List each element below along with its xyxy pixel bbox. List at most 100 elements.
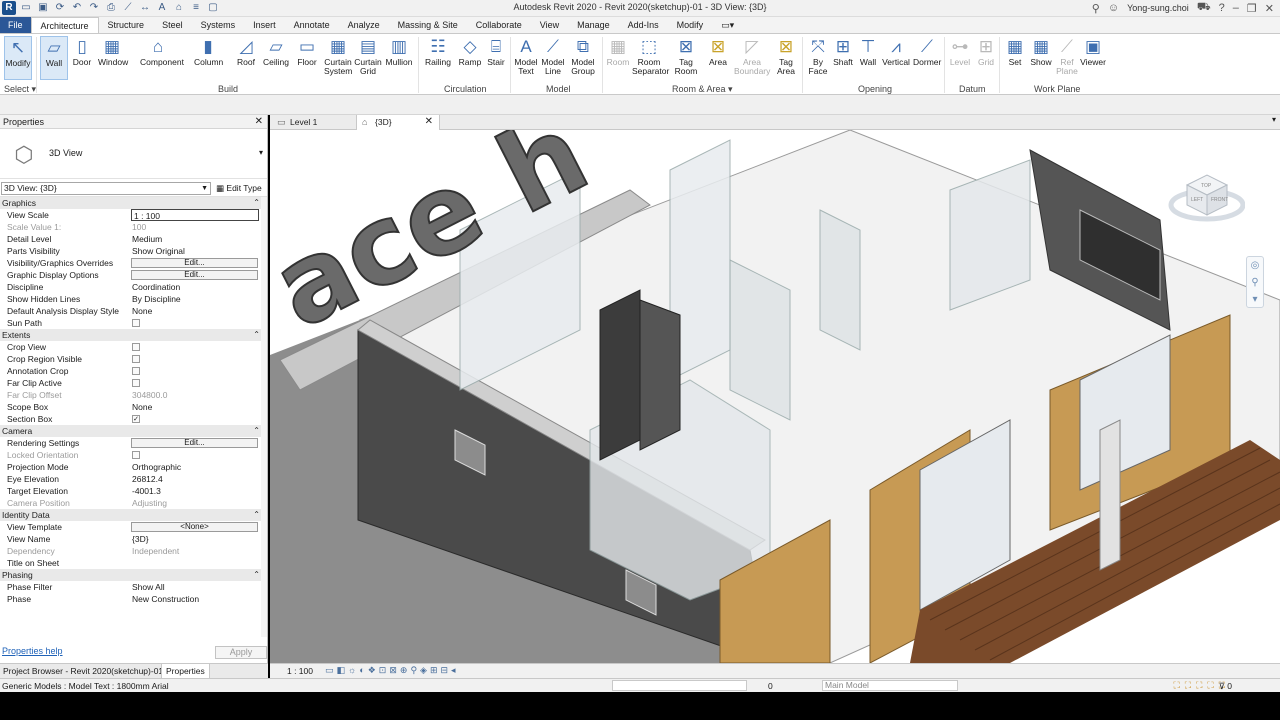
properties-help-link[interactable]: Properties help [2,646,63,656]
group-identity-data[interactable]: Identity Data ⌃ [0,509,266,521]
tab-collaborate[interactable]: Collaborate [467,17,531,33]
prop-parts-visibility[interactable]: Parts Visibility Show Original [0,245,266,257]
collapse-icon[interactable]: ⌃ [253,197,260,209]
user-icon[interactable]: ☺ [1108,2,1119,14]
tab-insert[interactable]: Insert [244,17,285,33]
prop-detail-level[interactable]: Detail Level Medium [0,233,266,245]
tab-steel[interactable]: Steel [153,17,192,33]
view-tab-3d[interactable]: ⌂ {3D} ✕ [356,115,440,130]
prop-target-elevation[interactable]: Target Elevation -4001.3 [0,485,266,497]
by-face-tool[interactable]: ⤧ By Face [804,36,832,76]
sun-path-icon[interactable]: ☼ [348,665,356,676]
3d-viewport[interactable]: ace h TOP LEFT FRONT ◎ ⚲ ▾ [270,130,1280,663]
collapse-icon[interactable]: ⌃ [253,425,260,437]
cart-icon[interactable]: ⛟ [1197,1,1211,15]
component-tool[interactable]: ⌂ Component [140,36,184,67]
minimize-icon[interactable]: – [1233,2,1239,14]
group-graphics[interactable]: Graphics ⌃ [0,197,266,209]
ribbon-display-toggle-icon[interactable]: ▭▾ [712,17,743,33]
close-window-icon[interactable]: ✕ [1265,2,1274,15]
tab-project-browser[interactable]: Project Browser - Revit 2020(sketchup)-0… [3,664,163,678]
tab-modify[interactable]: Modify [668,17,713,33]
detail-level-icon[interactable]: ▭ [325,665,334,676]
view-tab-level-1[interactable]: ▭ Level 1 [272,115,356,130]
prop-eye-elevation[interactable]: Eye Elevation 26812.4 [0,473,266,485]
prop-analysis-style[interactable]: Default Analysis Display Style None [0,305,266,317]
wall-opening-tool[interactable]: ⊤ Wall [854,36,882,67]
steering-wheel-icon[interactable]: ◎ [1247,257,1263,274]
chevron-down-icon[interactable]: ▾ [259,148,263,157]
door-tool[interactable]: ▯ Door [68,36,96,67]
lock-3d-icon[interactable]: ⊕ [400,665,408,676]
prop-discipline[interactable]: Discipline Coordination [0,281,266,293]
restore-icon[interactable]: ❐ [1247,2,1257,15]
view-scale-field[interactable]: 1 : 100 [131,209,259,221]
level-tool[interactable]: ⊶ Level [946,36,974,67]
view-template-button[interactable]: <None> [131,522,258,532]
analytical-icon[interactable]: ⊞ [430,665,438,676]
ceiling-tool[interactable]: ▱ Ceiling [262,36,290,67]
set-work-plane-tool[interactable]: ▦ Set [1001,36,1029,67]
show-work-plane-tool[interactable]: ▦ Show [1027,36,1055,67]
tab-properties[interactable]: Properties [161,664,210,678]
help-icon[interactable]: ? [1219,2,1225,14]
tab-view[interactable]: View [531,17,568,33]
prop-view-scale[interactable]: View Scale 1 : 100 [0,209,266,221]
model-line-tool[interactable]: ⟋ Model Line [539,36,567,76]
crop-region-checkbox[interactable] [132,355,140,363]
annotation-crop-checkbox[interactable] [132,367,140,375]
sun-path-checkbox[interactable] [132,319,140,327]
area-boundary-tool[interactable]: ◸ Area Boundary [734,36,770,76]
prop-title-on-sheet[interactable]: Title on Sheet [0,557,266,569]
user-name[interactable]: Yong-sung.choi [1127,3,1189,13]
apply-button[interactable]: Apply [215,646,267,659]
column-tool[interactable]: ▮ Column [194,36,223,67]
model-group-tool[interactable]: ⧉ Model Group [569,36,597,76]
select-dropdown[interactable]: Select ▾ [4,84,36,95]
viewer-tool[interactable]: ▣ Viewer [1078,36,1108,67]
close-tab-icon[interactable]: ✕ [425,115,433,129]
crop-region-icon[interactable]: ⊠ [389,665,397,676]
tab-analyze[interactable]: Analyze [339,17,389,33]
tab-systems[interactable]: Systems [192,17,245,33]
edit-type-button[interactable]: ▦ Edit Type [216,182,262,194]
tab-architecture[interactable]: Architecture [30,17,99,33]
ramp-tool[interactable]: ◇ Ramp [456,36,484,67]
prop-show-hidden-lines[interactable]: Show Hidden Lines By Discipline [0,293,266,305]
ref-plane-tool[interactable]: ⟋ Ref Plane [1053,36,1081,76]
room-tool[interactable]: ▦ Room [604,36,632,67]
grid-tool[interactable]: ⊞ Grid [972,36,1000,67]
window-tool[interactable]: ▦ Window [98,36,128,67]
wall-tool[interactable]: ▱ Wall [40,36,68,80]
prop-phase[interactable]: Phase New Construction [0,593,266,605]
close-properties-icon[interactable]: ✕ [255,115,263,129]
collapse-icon[interactable]: ⌃ [253,509,260,521]
tab-add-ins[interactable]: Add-Ins [619,17,668,33]
shaft-tool[interactable]: ⊞ Shaft [829,36,857,67]
zoom-icon[interactable]: ⚲ [1247,274,1263,291]
curtain-grid-tool[interactable]: ▤ Curtain Grid [354,36,382,76]
crop-icon[interactable]: ⊡ [379,665,387,676]
scroll-left-icon[interactable]: ◂ [451,665,456,676]
model-text-tool[interactable]: A Model Text [512,36,540,76]
binoculars-icon[interactable]: ⚲ [1092,2,1100,15]
tab-structure[interactable]: Structure [99,17,154,33]
group-extents[interactable]: Extents ⌃ [0,329,266,341]
rendering-icon[interactable]: ❖ [368,665,376,676]
crop-view-checkbox[interactable] [132,343,140,351]
view-scale-control[interactable]: 1 : 100 [287,666,313,676]
area-tool[interactable]: ⊠ Area [704,36,732,67]
visual-style-icon[interactable]: ◧ [337,665,346,676]
stair-tool[interactable]: ⌸ Stair [482,36,510,67]
dormer-tool[interactable]: ⟋ Dormer [913,36,941,67]
curtain-system-tool[interactable]: ▦ Curtain System [324,36,352,76]
reveal-hidden-icon[interactable]: ◈ [420,665,427,676]
filter-icon[interactable]: ⊽ 0 [1219,681,1232,692]
design-options-selector[interactable]: Main Model [822,680,958,691]
instance-selector[interactable]: 3D View: {3D} ▼ [1,182,211,195]
room-area-panel-label[interactable]: Room & Area ▾ [672,84,733,95]
prop-projection-mode[interactable]: Projection Mode Orthographic [0,461,266,473]
workset-selector[interactable] [612,680,747,691]
rendering-edit-button[interactable]: Edit... [131,438,258,448]
section-box-checkbox[interactable]: ✓ [132,415,140,423]
